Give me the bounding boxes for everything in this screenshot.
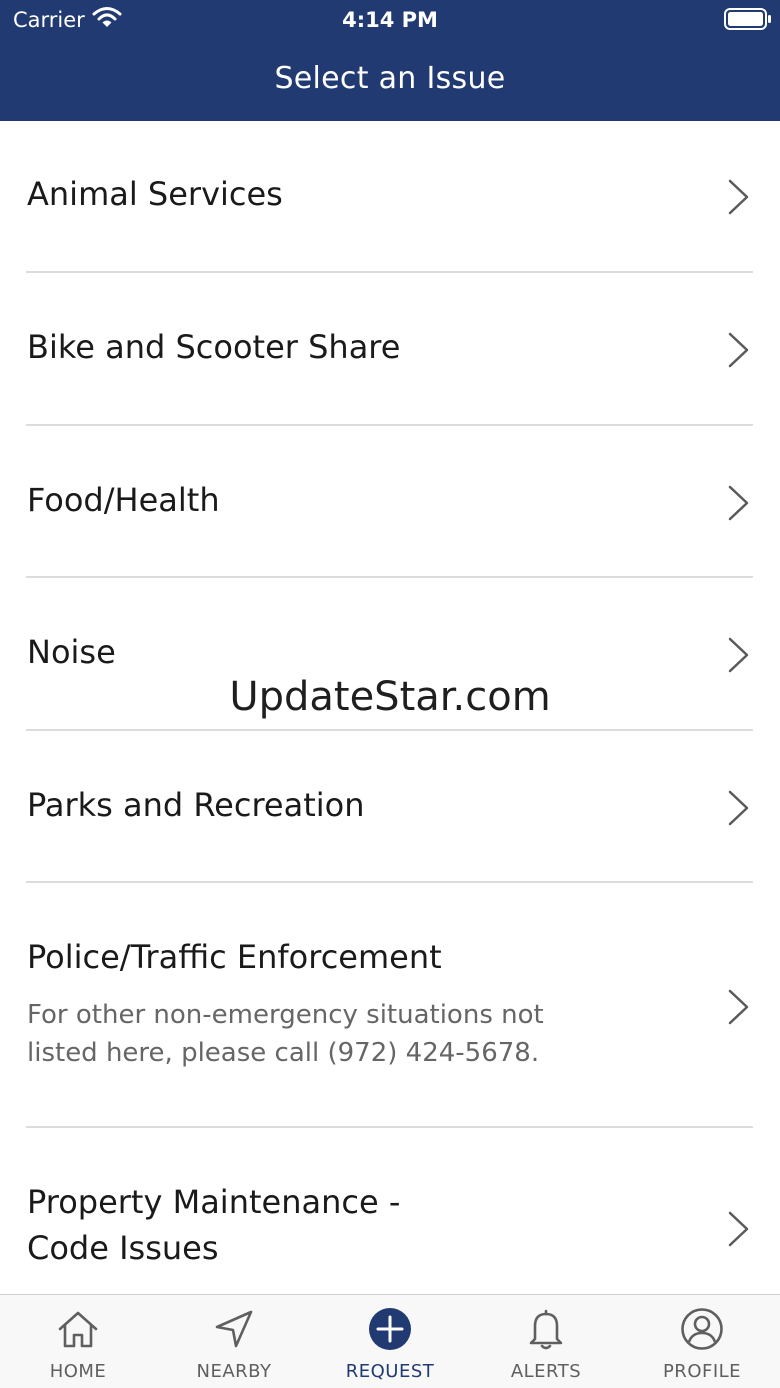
issue-item-food-health[interactable]: Food/Health bbox=[0, 426, 780, 577]
issue-title: Noise bbox=[27, 633, 116, 671]
battery-icon bbox=[724, 8, 771, 30]
issue-title: Bike and Scooter Share bbox=[27, 328, 401, 366]
issue-title: Food/Health bbox=[27, 481, 220, 519]
tab-home[interactable]: HOME bbox=[0, 1295, 156, 1388]
chevron-right-icon bbox=[728, 485, 749, 521]
status-time: 4:14 PM bbox=[342, 8, 438, 32]
chevron-right-icon bbox=[728, 989, 749, 1025]
tab-nearby[interactable]: NEARBY bbox=[156, 1295, 312, 1388]
page-title: Select an Issue bbox=[274, 61, 506, 96]
issue-item-property-maintenance[interactable]: Property Maintenance - Code Issues bbox=[0, 1128, 780, 1294]
issue-title: Animal Services bbox=[27, 175, 283, 213]
tab-profile[interactable]: PROFILE bbox=[624, 1295, 780, 1388]
issue-item-parks-recreation[interactable]: Parks and Recreation bbox=[0, 731, 780, 882]
tab-bar: HOME NEARBY REQUEST ALERTS PROFILE bbox=[0, 1294, 780, 1388]
tab-label: PROFILE bbox=[662, 1361, 742, 1382]
issue-title: Property Maintenance - bbox=[27, 1183, 401, 1221]
tab-request[interactable]: REQUEST bbox=[312, 1295, 468, 1388]
chevron-right-icon bbox=[728, 332, 749, 368]
issue-description: listed here, please call (972) 424-5678. bbox=[27, 1038, 540, 1068]
issue-description: For other non-emergency situations not bbox=[27, 1000, 544, 1030]
issue-item-bike-scooter-share[interactable]: Bike and Scooter Share bbox=[0, 273, 780, 424]
issue-title: Police/Traffic Enforcement bbox=[27, 938, 442, 976]
chevron-right-icon bbox=[728, 179, 749, 215]
chevron-right-icon bbox=[728, 1211, 749, 1247]
tab-alerts[interactable]: ALERTS bbox=[468, 1295, 624, 1388]
tab-label: HOME bbox=[49, 1361, 107, 1382]
location-arrow-icon bbox=[215, 1310, 253, 1348]
tab-label: REQUEST bbox=[345, 1361, 435, 1382]
chevron-right-icon bbox=[728, 637, 749, 673]
navigation-header: Carrier 4:14 PM Select an Issue bbox=[0, 0, 780, 121]
tab-label: ALERTS bbox=[510, 1361, 582, 1382]
issue-title: Parks and Recreation bbox=[27, 786, 365, 824]
issue-item-animal-services[interactable]: Animal Services bbox=[0, 121, 780, 272]
bell-icon bbox=[529, 1309, 563, 1350]
profile-icon bbox=[681, 1308, 723, 1350]
tab-label: NEARBY bbox=[196, 1361, 272, 1382]
issue-title: Code Issues bbox=[27, 1229, 219, 1267]
plus-circle-icon bbox=[369, 1308, 411, 1350]
watermark: UpdateStar.com bbox=[229, 674, 551, 720]
issue-item-police-traffic[interactable]: Police/Traffic Enforcement For other non… bbox=[0, 883, 780, 1127]
home-icon bbox=[58, 1311, 98, 1348]
chevron-right-icon bbox=[728, 790, 749, 826]
